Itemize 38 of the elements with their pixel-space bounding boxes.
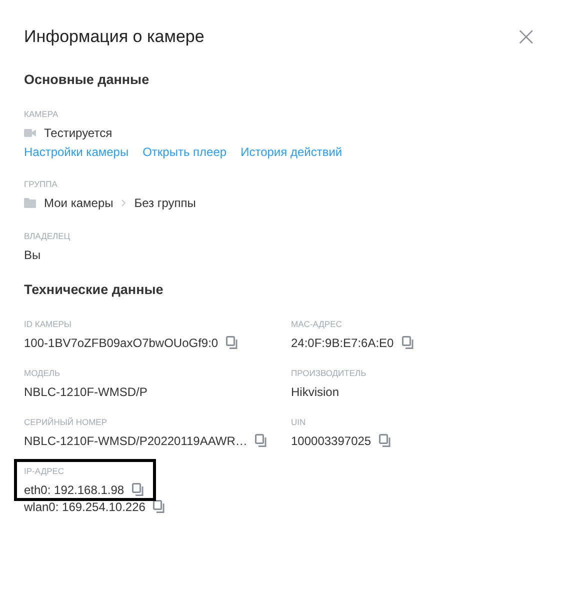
section-heading: Технические данные [24,282,164,299]
section-heading: Основные данные [24,72,150,89]
link[interactable]: Открыть плеер [142,145,227,159]
video-camera-icon [24,128,36,136]
field-value: 24:0F:9B:E7:6A:E0 [291,336,394,350]
breadcrumb-item[interactable]: Мои камеры [44,196,114,210]
field-label: UIN [291,416,307,428]
field-label: IP-АДРЕС [24,465,66,477]
field-value: 100003397025 [291,434,372,448]
copy-icon[interactable] [255,434,268,447]
folder-icon [24,198,36,208]
field-label: МОДЕЛЬ [24,367,62,379]
field-value: NBLC-1210F-WMSD/P [24,384,148,398]
field-label: ВЛАДЕЛЕЦ [24,230,72,242]
field-label: ID КАМЕРЫ [24,318,72,330]
copy-icon[interactable] [379,434,392,447]
dialog-title: Информация о камере [24,27,204,47]
field-value: NBLC-1210F-WMSD/P20220119AAWR… [24,434,248,448]
field-label: СЕРИЙНЫЙ НОМЕР [24,416,108,428]
copy-icon[interactable] [153,500,166,513]
copy-icon[interactable] [402,336,414,349]
field-value: eth0: 192.168.1.98 [24,482,124,496]
field-label: ПРОИЗВОДИТЕЛЬ [291,367,368,379]
copy-icon[interactable] [132,483,144,496]
chevron-right-icon [121,198,126,206]
field-value: Hikvision [291,384,340,398]
camera-name: Тестируется [44,126,112,140]
field-label: КАМЕРА [24,108,60,120]
link[interactable]: Настройки камеры [24,145,129,159]
breadcrumb-item[interactable]: Без группы [134,196,196,210]
close-button[interactable]: × [513,24,539,50]
field-label: MAC-АДРЕС [291,318,343,330]
field-value: wlan0: 169.254.10.226 [24,500,146,514]
field-label: ГРУППА [24,178,58,190]
field-value: Вы [24,248,41,262]
link[interactable]: История действий [240,145,342,159]
field-value: 100-1BV7oZFB09axO7bwOUoGf9:0 [24,336,218,350]
copy-icon[interactable] [226,336,238,349]
